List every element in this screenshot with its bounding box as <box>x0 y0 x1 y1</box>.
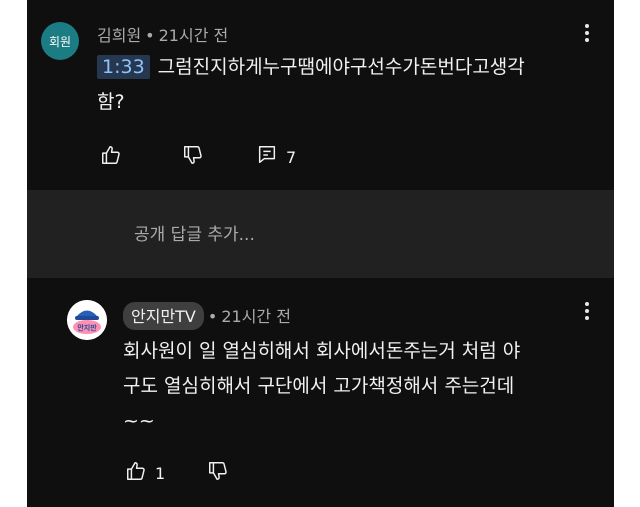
comment-author[interactable]: 안지만TV <box>123 302 204 330</box>
comment-text-line: 회사원이 일 열심히해서 회사에서돈주는거 처럼 야 <box>123 340 521 362</box>
comment-actions: 7 <box>100 144 296 170</box>
comment-header: 김희원 • 21시간 전 <box>97 22 228 46</box>
channel-logo-icon: 안지만 <box>67 300 107 340</box>
thumb-down-icon[interactable] <box>207 460 229 486</box>
like-count: 1 <box>155 463 166 483</box>
avatar[interactable]: 안지만 <box>67 300 107 340</box>
comment-item: 회원 김희원 • 21시간 전 1:33 그럼진지하게누구땜에야구선수가돈번다고생각 … <box>27 0 614 190</box>
thumb-down-icon[interactable] <box>182 144 204 170</box>
separator-dot: • <box>207 307 218 326</box>
comments-panel: 회원 김희원 • 21시간 전 1:33 그럼진지하게누구땜에야구선수가돈번다고생각 … <box>27 0 614 507</box>
avatar-label: 안지만 <box>77 323 97 332</box>
comment-text: 1:33 그럼진지하게누구땜에야구선수가돈번다고생각 함? <box>97 50 525 120</box>
more-options-icon[interactable] <box>581 300 593 322</box>
timestamp-link[interactable]: 1:33 <box>97 55 150 79</box>
reply-input[interactable]: 공개 답글 추가... <box>134 220 255 245</box>
thumb-up-icon[interactable] <box>100 144 122 170</box>
thumb-up-icon[interactable] <box>125 460 147 486</box>
avatar[interactable]: 회원 <box>41 22 79 60</box>
comment-actions: 1 <box>125 460 229 486</box>
comment-header: 안지만TV • 21시간 전 <box>123 302 291 330</box>
separator-dot: • <box>145 26 155 45</box>
comment-text-line: 함? <box>97 91 125 113</box>
reply-count[interactable]: 7 <box>286 148 296 167</box>
comment-text-line: 구도 열심히해서 구단에서 고가책정해서 주는건데 <box>123 375 515 397</box>
avatar-label: 회원 <box>48 34 72 49</box>
comment-time[interactable]: 21시간 전 <box>221 307 291 326</box>
more-options-icon[interactable] <box>581 22 593 44</box>
comment-text-line: ~~ <box>123 410 155 432</box>
comment-item: 안지만 안지만TV • 21시간 전 회사원이 일 열심히해서 회사에서돈주는거 처… <box>27 278 614 507</box>
comment-author[interactable]: 김희원 <box>97 26 141 45</box>
reply-box: 공개 답글 추가... <box>27 190 614 278</box>
comment-time[interactable]: 21시간 전 <box>159 26 229 45</box>
reply-comment-icon[interactable] <box>256 144 278 170</box>
comment-text-line: 그럼진지하게누구땜에야구선수가돈번다고생각 <box>157 56 525 78</box>
comment-text: 회사원이 일 열심히해서 회사에서돈주는거 처럼 야 구도 열심히해서 구단에서… <box>123 334 603 439</box>
